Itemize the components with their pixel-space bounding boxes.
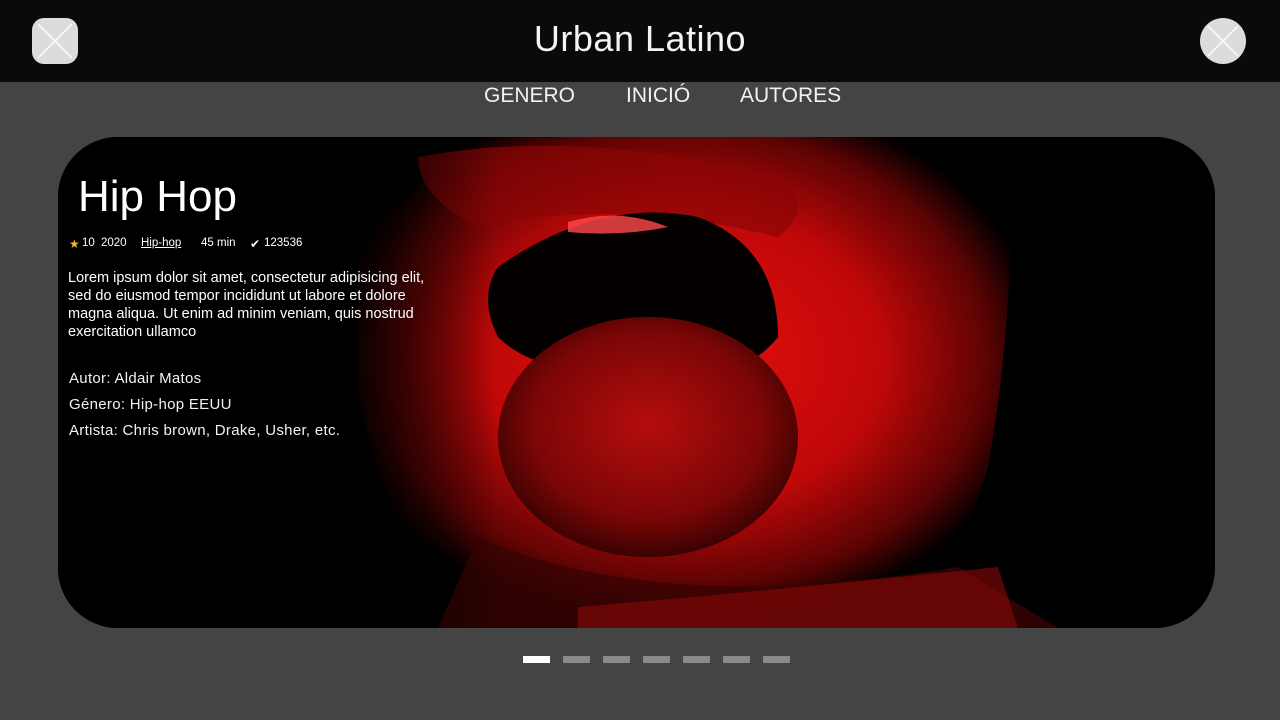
carousel-dot[interactable] (763, 656, 790, 663)
app-title: Urban Latino (533, 18, 747, 59)
carousel-dot[interactable] (563, 656, 590, 663)
views-count: 123536 (264, 237, 303, 249)
carousel-indicators (523, 656, 793, 663)
hero-description: Lorem ipsum dolor sit amet, consectetur … (68, 270, 425, 340)
carousel-dot[interactable] (683, 656, 710, 663)
carousel-dot[interactable] (643, 656, 670, 663)
rating-value: 10 (82, 237, 95, 249)
nav-autores[interactable]: AUTORES (740, 84, 841, 108)
author-line: Autor: Aldair Matos (69, 370, 202, 387)
hero-title: Hip Hop (78, 172, 237, 221)
artist-line: Artista: Chris brown, Drake, Usher, etc. (69, 422, 341, 439)
carousel-dot[interactable] (603, 656, 630, 663)
star-icon: ★ (69, 237, 80, 251)
year-value: 2020 (101, 237, 127, 249)
check-icon: ✔ (250, 237, 261, 251)
nav-genero[interactable]: GENERO (484, 84, 575, 108)
genre-line: Género: Hip-hop EEUU (69, 396, 232, 413)
genre-link[interactable]: Hip-hop (141, 237, 181, 249)
main-nav: GENERO INICIÓ AUTORES (0, 84, 1280, 108)
close-right-button[interactable] (1200, 18, 1246, 64)
top-bar: Urban Latino (0, 0, 1280, 82)
carousel-dot[interactable] (523, 656, 550, 663)
carousel-dot[interactable] (723, 656, 750, 663)
duration-value: 45 min (201, 237, 236, 249)
nav-inicio[interactable]: INICIÓ (626, 84, 690, 108)
close-icon (1207, 25, 1239, 57)
